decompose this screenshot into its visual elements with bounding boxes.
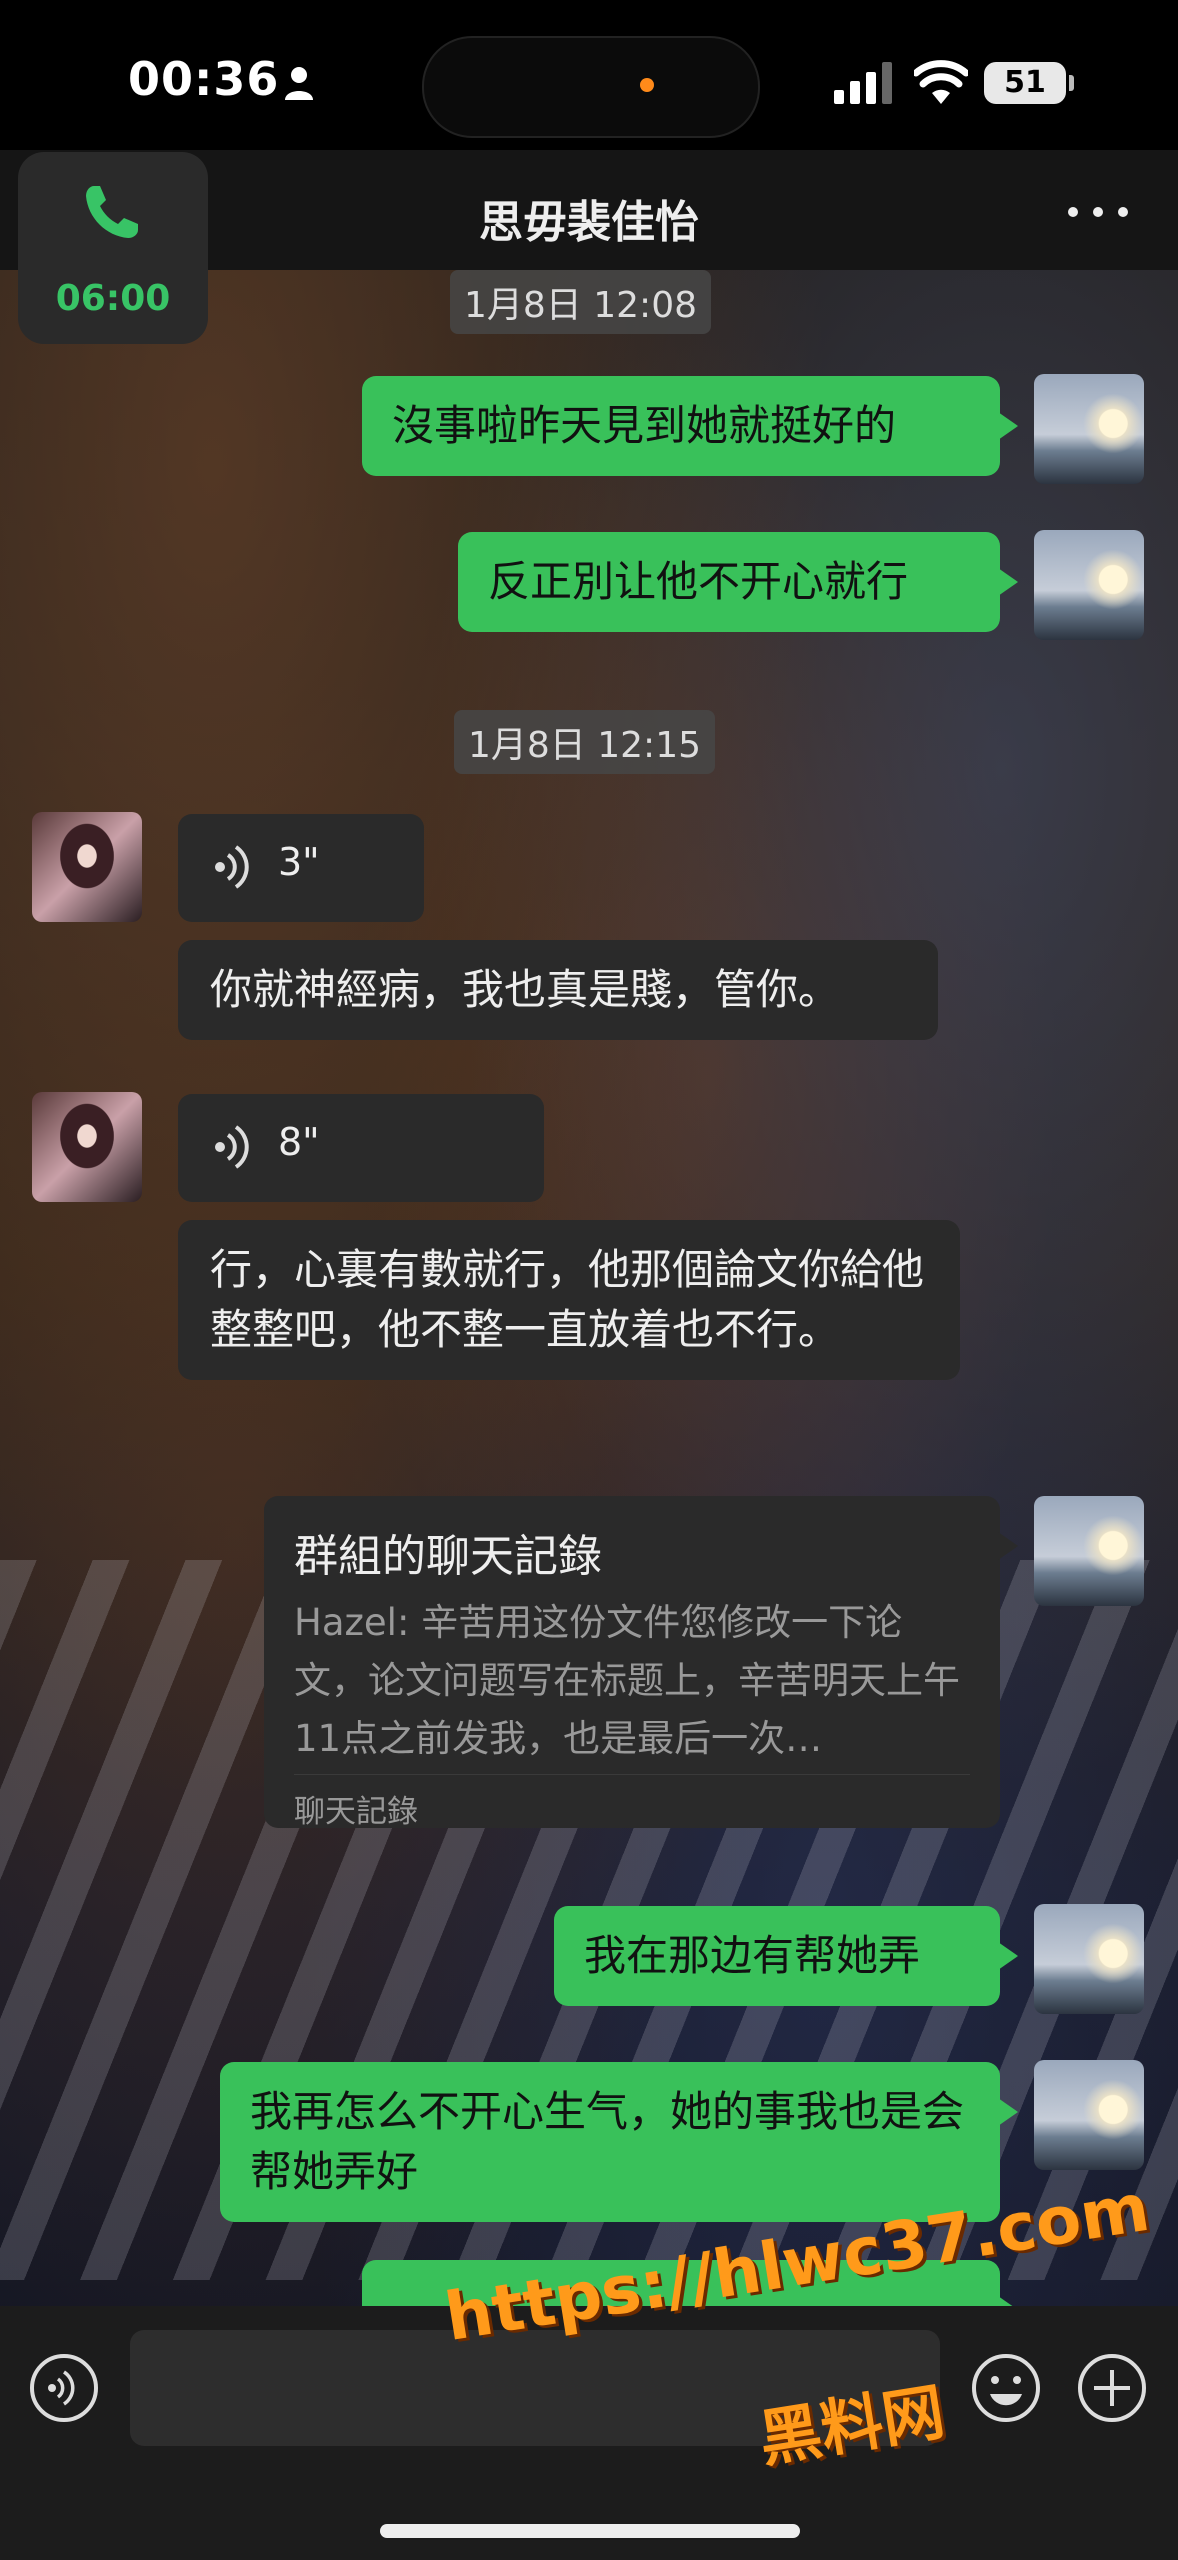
chat-area[interactable]: 1月8日 12:08 沒事啦昨天見到她就挺好的 反正別让他不开心就行 1月8日 … bbox=[0, 270, 1178, 2324]
voice-duration: 3" bbox=[278, 840, 320, 884]
person-icon bbox=[285, 67, 313, 100]
voice-wave-icon bbox=[215, 1125, 249, 1169]
message-bubble-out[interactable]: 反正別让他不开心就行 bbox=[458, 532, 1018, 632]
message-bubble-out[interactable]: 我在那边有帮她弄 bbox=[554, 1906, 1018, 2006]
more-icon[interactable] bbox=[1068, 202, 1128, 222]
status-bar: 00:36 51 bbox=[0, 0, 1178, 150]
avatar[interactable] bbox=[32, 812, 142, 922]
voice-wave-icon bbox=[48, 2370, 75, 2406]
record-divider bbox=[294, 1774, 970, 1775]
avatar[interactable] bbox=[32, 1092, 142, 1202]
input-bar bbox=[0, 2306, 1178, 2560]
avatar[interactable] bbox=[1034, 2060, 1144, 2170]
voice-wave-icon bbox=[215, 845, 249, 889]
wifi-icon bbox=[914, 60, 968, 104]
status-time: 00:36 bbox=[128, 52, 280, 106]
privacy-indicator-icon bbox=[640, 78, 654, 92]
emoji-icon[interactable] bbox=[970, 2352, 1042, 2424]
record-preview: Hazel: 辛苦用这份文件您修改一下论文，论文问题写在标题上，辛苦明天上午 1… bbox=[294, 1601, 960, 1760]
voice-message[interactable]: 3" bbox=[178, 814, 424, 922]
chat-record-card[interactable]: 群組的聊天記錄 Hazel: 辛苦用这份文件您修改一下论文，论文问题写在标题上，… bbox=[264, 1496, 1018, 1830]
timestamp: 1月8日 12:08 bbox=[450, 270, 711, 334]
voice-message[interactable]: 8" bbox=[178, 1094, 544, 1202]
signal-icon bbox=[834, 62, 892, 104]
record-label: 聊天記錄 bbox=[294, 1794, 418, 1830]
message-bubble-out[interactable]: 我再怎么不开心生气，她的事我也是会帮她弄好 bbox=[220, 2062, 1018, 2222]
avatar[interactable] bbox=[1034, 1496, 1144, 1606]
avatar[interactable] bbox=[1034, 374, 1144, 484]
message-bubble-out[interactable]: 沒事啦昨天見到她就挺好的 bbox=[362, 376, 1018, 476]
voice-duration: 8" bbox=[278, 1120, 320, 1164]
call-widget[interactable]: 06:00 bbox=[18, 152, 208, 344]
avatar[interactable] bbox=[1034, 1904, 1144, 2014]
plus-icon[interactable] bbox=[1076, 2352, 1148, 2424]
voice-input-button[interactable] bbox=[30, 2354, 98, 2422]
battery-icon: 51 bbox=[984, 62, 1074, 104]
message-bubble-in[interactable]: 你就神經病，我也真是賤，管你。 bbox=[178, 940, 938, 1040]
home-indicator bbox=[380, 2524, 800, 2538]
dynamic-island bbox=[422, 36, 760, 138]
message-bubble-in[interactable]: 行，心裏有數就行，他那個論文你給他整整吧，他不整一直放着也不行。 bbox=[178, 1220, 960, 1380]
phone-icon bbox=[86, 186, 138, 238]
call-duration: 06:00 bbox=[55, 278, 171, 319]
timestamp: 1月8日 12:15 bbox=[454, 710, 715, 774]
avatar[interactable] bbox=[1034, 530, 1144, 640]
record-title: 群組的聊天記錄 bbox=[294, 1531, 602, 1582]
